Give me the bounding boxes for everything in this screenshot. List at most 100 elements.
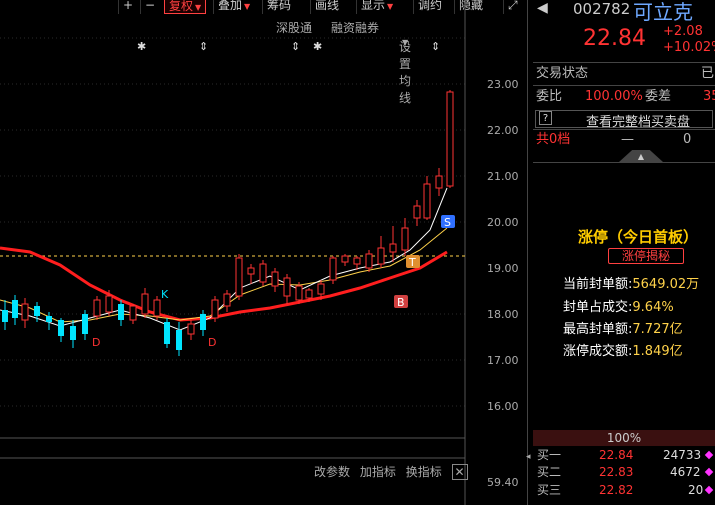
candle-body: [295, 285, 303, 301]
candle-body: [118, 304, 124, 320]
info-label: 涨停成交额:: [563, 344, 633, 359]
lower-axis-tick: 59.40: [487, 476, 519, 489]
candle-body: [329, 257, 337, 281]
candle-body: [317, 283, 325, 295]
diamond-icon: [704, 467, 714, 477]
candle-body: [164, 322, 170, 344]
axis-tick-label: 18.00: [487, 308, 519, 321]
candle-body: [423, 183, 431, 219]
level-dash: —: [621, 132, 634, 147]
level-value: 0: [683, 132, 692, 147]
candle-body: [200, 314, 206, 330]
limit-up-tag[interactable]: 涨停揭秘: [608, 248, 684, 264]
candle-body: [435, 175, 443, 189]
candle-body: [247, 267, 255, 275]
huanzhibiao-button[interactable]: 换指标: [406, 465, 442, 479]
view-full-orderbook-button[interactable]: ? 查看完整档买卖盘: [535, 110, 713, 130]
diamond-icon: [704, 450, 714, 460]
candle-body: [82, 314, 88, 334]
marker-t: T: [408, 256, 416, 269]
candle-body: [12, 300, 18, 318]
info-value: 7.727亿: [632, 322, 683, 337]
back-arrow-icon[interactable]: ◀: [537, 0, 548, 16]
info-label: 最高封单额:: [563, 322, 633, 337]
status-value: 已: [701, 66, 715, 81]
candle-body: [413, 205, 421, 219]
jiazhibiao-button[interactable]: 加指标: [360, 465, 396, 479]
candle-body: [187, 323, 195, 335]
change-block: +2.08 +10.02%: [663, 24, 715, 56]
status-row: 交易状态 已: [533, 63, 715, 84]
candle-body: [341, 255, 349, 263]
weibi-value: 100.00%: [585, 89, 643, 104]
ob-vol: 24733: [663, 448, 702, 462]
marker-d2: D: [208, 336, 216, 349]
axis-tick-label: 17.00: [487, 354, 519, 367]
candle-body: [305, 289, 313, 299]
change-pct: +10.02%: [663, 40, 715, 55]
ob-price: 22.83: [599, 465, 634, 479]
divider: [533, 162, 715, 163]
limit-up-title: 涨停（今日首板）: [578, 228, 699, 246]
candle-body: [259, 263, 267, 283]
quote-panel: ◀ 002782 可立克 22.84 +2.08 +10.02% 交易状态 已 …: [533, 0, 715, 505]
close-icon[interactable]: ✕: [451, 464, 468, 480]
candle-body: [446, 91, 454, 187]
collapse-handle[interactable]: ◂: [526, 452, 532, 466]
limit-up-row: 封单占成交:9.64%: [563, 296, 674, 315]
candle-body: [46, 316, 52, 322]
candle-body: [141, 293, 149, 315]
axis-tick-label: 20.00: [487, 216, 519, 229]
marker-b: B: [397, 296, 405, 309]
weibi-row: 委比 100.00% 委差 35: [533, 86, 715, 107]
candle-body: [93, 299, 101, 317]
event-star-icon: ✱: [313, 40, 322, 53]
stock-code: 002782: [573, 0, 631, 18]
candle-body: [389, 243, 397, 253]
weicha-label: 委差: [645, 89, 672, 104]
expand-button[interactable]: ▲: [619, 150, 663, 162]
level-label: 共0档: [536, 132, 571, 147]
help-icon[interactable]: ?: [539, 111, 552, 125]
axis-tick-label: 23.00: [487, 78, 519, 91]
ob-label: 买一: [537, 448, 562, 462]
gaicanshu-button[interactable]: 改参数: [314, 465, 350, 479]
axis-tick-label: 22.00: [487, 124, 519, 137]
ob-label: 买二: [537, 465, 562, 479]
level-row: 共0档 — 0: [533, 129, 715, 150]
candle-body: [365, 253, 373, 269]
orderbook-row[interactable]: 买三 22.82 20: [533, 482, 715, 499]
panel-divider: [527, 0, 528, 505]
status-label: 交易状态: [536, 66, 589, 81]
candle-body: [223, 293, 231, 307]
info-label: 当前封单额:: [563, 277, 633, 292]
stock-name: 可立克: [633, 0, 693, 24]
change-amount: +2.08: [663, 24, 703, 39]
ob-vol: 4672: [670, 465, 701, 479]
orderbook-row[interactable]: 买二 22.83 4672: [533, 464, 715, 481]
candle-body: [176, 330, 182, 350]
candle-body: [283, 277, 291, 297]
ob-price: 22.82: [599, 483, 634, 497]
marker-d1: D: [92, 336, 100, 349]
candle-body: [377, 247, 385, 265]
limit-up-row: 涨停成交额:1.849亿: [563, 340, 683, 359]
candle-body: [153, 299, 161, 317]
event-arrow-icon: ⇕: [199, 40, 208, 53]
candle-body: [211, 299, 219, 319]
axis-tick-label: 16.00: [487, 400, 519, 413]
info-label: 封单占成交:: [563, 300, 633, 315]
view-full-label: 查看完整档买卖盘: [586, 115, 691, 130]
limit-up-row: 当前封单额:5649.02万: [563, 273, 699, 292]
marker-k: K: [161, 288, 169, 301]
kline-chart[interactable]: ✱ ⇕ ⇕ ✱ ⇕ K D D S T B 23.00 22.00 21.00 20.…: [0, 0, 527, 505]
axis-tick-label: 19.00: [487, 262, 519, 275]
event-arrow-icon: ⇕: [291, 40, 300, 53]
ob-label: 买三: [537, 483, 562, 497]
candle-body: [58, 320, 64, 336]
orderbook-row[interactable]: 买一 22.84 24733: [533, 447, 715, 464]
ob-price: 22.84: [599, 448, 634, 462]
candle-body: [21, 303, 29, 321]
candle-body: [353, 257, 361, 265]
candle-body: [105, 295, 113, 313]
